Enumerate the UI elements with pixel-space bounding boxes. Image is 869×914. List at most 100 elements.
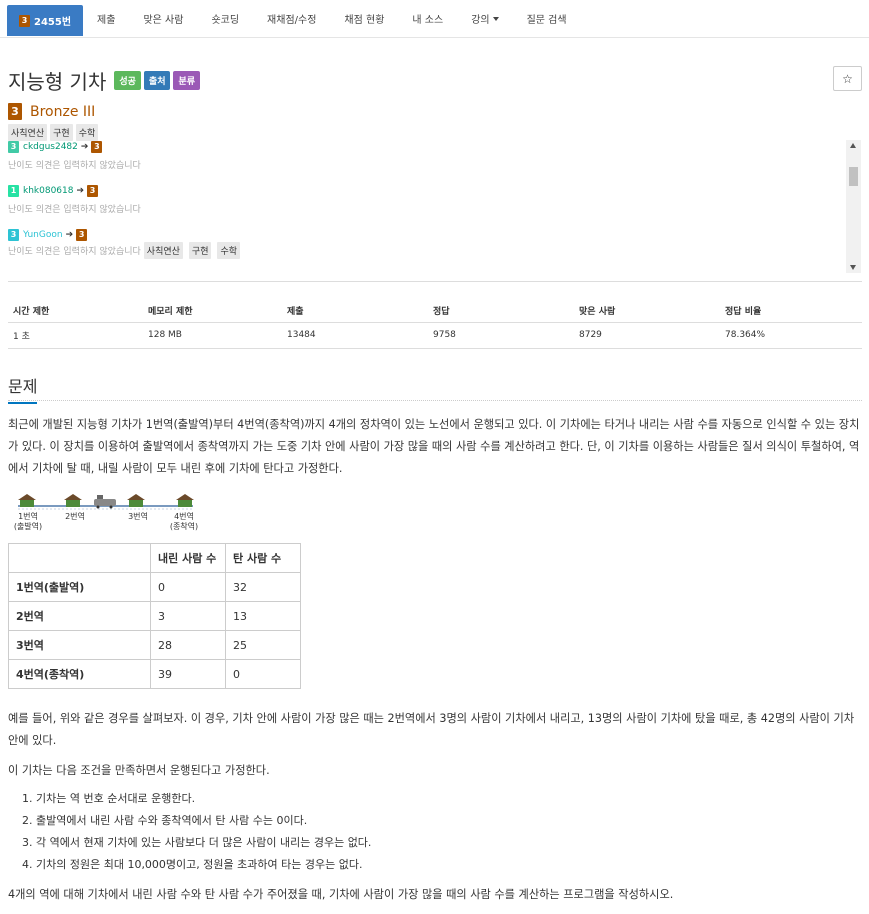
table-header-on: 탄 사람 수 — [225, 543, 301, 573]
arrow-icon: ➔ — [80, 142, 89, 152]
user-tier-icon: 3 — [8, 141, 19, 153]
opinion-username[interactable]: YunGoon — [23, 230, 63, 240]
station-icon — [176, 494, 194, 507]
station-diagram: 1번역 (출발역) 2번역 3번역 4번역 (종착역) — [8, 491, 203, 531]
tab-short-coding[interactable]: 숏코딩 — [197, 0, 253, 37]
tier-icon: 3 — [8, 103, 22, 120]
difficulty-opinions: 3 ckdgus2482 ➔ 3 난이도 의견은 입력하지 않았습니다 1 kh… — [0, 140, 862, 273]
title-row: 지능형 기차 성공 출처 분류 — [8, 66, 203, 95]
tab-my-source[interactable]: 내 소스 — [398, 0, 457, 37]
station-label-2: 2번역 — [65, 512, 85, 521]
tag-implementation[interactable]: 구현 — [50, 124, 73, 141]
on-count: 25 — [225, 630, 301, 660]
user-tier-icon: 3 — [8, 229, 19, 241]
opinion-tier-icon: 3 — [87, 185, 99, 197]
station-icon — [127, 494, 145, 507]
station-name: 1번역(출발역) — [8, 572, 151, 602]
memory-limit-value: 128 MB — [143, 322, 282, 349]
off-count: 0 — [150, 572, 226, 602]
time-limit-value: 1 초 — [8, 322, 143, 349]
tab-submit[interactable]: 제출 — [83, 0, 129, 37]
list-item: 2. 출발역에서 내린 사람 수와 종착역에서 탄 사람 수는 0이다. — [22, 814, 308, 827]
scroll-thumb[interactable] — [849, 167, 858, 186]
opinion-item: 3 YunGoon ➔ 3 난이도 의견은 입력하지 않았습니다 사칙연산 구현… — [8, 229, 243, 259]
list-item: 4. 기차의 정원은 최대 10,000명이고, 정원을 초과하여 타는 경우는… — [22, 858, 363, 871]
accepted-value: 9758 — [428, 322, 574, 349]
station-label-1-name: 1번역 (출발역) — [13, 512, 43, 531]
tag-arithmetic[interactable]: 사칙연산 — [8, 124, 48, 141]
divider — [8, 281, 862, 282]
table-header-station — [8, 543, 151, 573]
opinion-tag: 사칙연산 — [143, 242, 183, 259]
on-count: 0 — [225, 659, 301, 689]
scroll-down-icon[interactable] — [850, 265, 856, 270]
opinion-message: 난이도 의견은 입력하지 않았습니다 — [8, 205, 141, 215]
algorithm-tags: 사칙연산 구현 수학 — [8, 124, 101, 141]
arrow-icon: ➔ — [65, 230, 74, 240]
label-success[interactable]: 성공 — [114, 71, 141, 90]
user-tier-icon: 1 — [8, 185, 19, 197]
table-header-row: 시간 제한 메모리 제한 제출 정답 맞은 사람 정답 비율 — [8, 300, 862, 323]
col-accepted: 정답 — [428, 300, 574, 323]
on-count: 32 — [225, 572, 301, 602]
station-name: 3번역 — [8, 630, 151, 660]
opinions-scrollbar[interactable] — [846, 140, 861, 273]
tag-math[interactable]: 수학 — [75, 124, 99, 141]
list-item: 1. 기차는 역 번호 순서대로 운행한다. — [22, 792, 196, 805]
tab-accepted-users[interactable]: 맞은 사람 — [129, 0, 197, 37]
accept-ratio-value: 78.364% — [720, 322, 862, 349]
opinion-tag: 구현 — [188, 242, 212, 259]
station-label-1: 1번역 (출발역) — [10, 512, 46, 532]
scroll-up-icon[interactable] — [850, 143, 856, 148]
tab-lecture-label: 강의 — [471, 15, 490, 26]
station-icon — [64, 494, 82, 507]
tab-status[interactable]: 채점 현황 — [330, 0, 398, 37]
problem-description: 최근에 개발된 지능형 기차가 1번역(출발역)부터 4번역(종착역)까지 4개… — [8, 418, 860, 475]
table-header-row: 내린 사람 수 탄 사람 수 — [8, 543, 301, 573]
problem-info-table: 시간 제한 메모리 제한 제출 정답 맞은 사람 정답 비율 1 초 128 M… — [8, 300, 862, 349]
station-icon — [18, 494, 36, 507]
tab-question-search[interactable]: 질문 검색 — [513, 0, 581, 37]
opinion-username[interactable]: ckdgus2482 — [23, 142, 78, 152]
table-row: 1번역(출발역) 0 32 — [8, 572, 301, 602]
opinion-username[interactable]: khk080618 — [23, 186, 73, 196]
conditions-intro: 이 기차는 다음 조건을 만족하면서 운행된다고 가정한다. — [8, 764, 270, 777]
submissions-value: 13484 — [282, 322, 428, 349]
tab-problem[interactable]: 3 2455번 — [7, 5, 84, 36]
label-source[interactable]: 출처 — [143, 71, 171, 90]
task-paragraph: 4개의 역에 대해 기차에서 내린 사람 수와 탄 사람 수가 주어졌을 때, … — [8, 888, 674, 901]
tab-rejudge[interactable]: 재채점/수정 — [253, 0, 330, 37]
on-count: 13 — [225, 601, 301, 631]
problem-title: 지능형 기차 — [8, 70, 107, 94]
tab-problem-label: 2455번 — [34, 17, 72, 28]
heading-divider — [8, 400, 862, 401]
opinion-tier-icon: 3 — [91, 141, 103, 153]
opinion-tag: 수학 — [217, 242, 241, 259]
col-memory-limit: 메모리 제한 — [143, 300, 282, 323]
col-accept-ratio: 정답 비율 — [720, 300, 862, 323]
caret-down-icon — [492, 16, 499, 21]
table-row: 4번역(종착역) 39 0 — [8, 659, 301, 689]
tab-lecture[interactable]: 강의 — [457, 0, 512, 37]
table-header-off: 내린 사람 수 — [150, 543, 226, 573]
list-item: 3. 각 역에서 현재 기차에 있는 사람보다 더 많은 사람이 내리는 경우는… — [22, 836, 372, 849]
label-category[interactable]: 분류 — [173, 71, 201, 90]
train-route-illustration — [18, 494, 194, 510]
arrow-icon: ➔ — [76, 186, 85, 196]
opinion-tier-icon: 3 — [76, 229, 88, 241]
accepted-users-value: 8729 — [574, 322, 720, 349]
star-icon: ☆ — [842, 71, 853, 86]
problem-nav: 3 2455번 제출 맞은 사람 숏코딩 재채점/수정 채점 현황 내 소스 강… — [0, 0, 869, 38]
col-time-limit: 시간 제한 — [8, 300, 143, 323]
station-table: 내린 사람 수 탄 사람 수 1번역(출발역) 0 32 2번역 3 13 3번… — [8, 543, 301, 689]
col-submissions: 제출 — [282, 300, 428, 323]
favorite-star-button[interactable]: ☆ — [833, 66, 862, 91]
table-row: 2번역 3 13 — [8, 601, 301, 631]
off-count: 39 — [150, 659, 226, 689]
table-row: 1 초 128 MB 13484 9758 8729 78.364% — [8, 322, 862, 349]
conditions-list: 1. 기차는 역 번호 순서대로 운행한다. 2. 출발역에서 내린 사람 수와… — [22, 788, 371, 876]
example-paragraph: 예를 들어, 위와 같은 경우를 살펴보자. 이 경우, 기차 안에 사람이 가… — [8, 712, 855, 747]
off-count: 28 — [150, 630, 226, 660]
opinion-message: 난이도 의견은 입력하지 않았습니다 — [8, 161, 141, 171]
problem-tier: 3 Bronze III — [8, 103, 95, 120]
